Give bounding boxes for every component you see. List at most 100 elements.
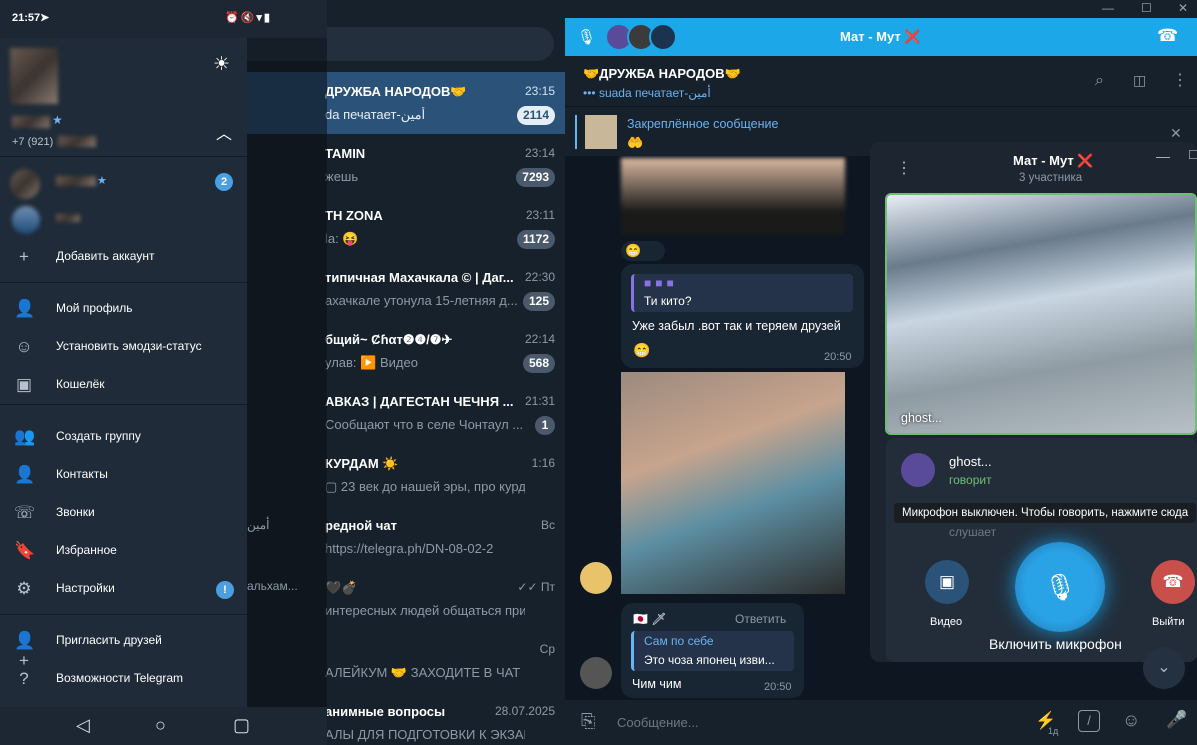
speaker-name: ghost... [949, 454, 992, 469]
theme-toggle-icon[interactable]: ☀ [213, 53, 230, 76]
home-icon[interactable]: ○ [155, 715, 166, 736]
leave-call-icon[interactable]: ☎ [1151, 560, 1195, 604]
video-stream[interactable]: ghost... [885, 193, 1197, 435]
chat-title: редной чат [325, 518, 397, 533]
account-item[interactable]: ★ 2 [0, 162, 247, 200]
menu-item[interactable]: ▣ Кошелёк [0, 366, 247, 404]
leave-button-label: Выйти [1152, 616, 1185, 628]
unmute-button[interactable]: 🎙 [1015, 542, 1105, 632]
call-menu-icon[interactable]: ⋮ [896, 158, 912, 178]
unread-badge: 568 [522, 354, 555, 373]
maximize-call-icon[interactable]: ☐ [1188, 148, 1197, 162]
message-author[interactable]: 🇯🇵 🗡 [633, 612, 667, 626]
settings-alert-badge: ! [216, 581, 234, 599]
message-input[interactable]: Сообщение... [617, 715, 699, 730]
chat-title: анимные вопросы [325, 704, 446, 719]
close-pinned-icon[interactable]: ✕ [1170, 125, 1182, 142]
menu-item[interactable]: ⚙ Настройки [0, 570, 247, 608]
photo-message[interactable] [621, 158, 845, 235]
call-panel-title: Мат - Мут ❌ [1013, 153, 1094, 168]
menu-item[interactable]: 👤+ Пригласить друзей [0, 622, 247, 670]
chevron-up-icon[interactable]: ︿ [216, 120, 232, 144]
status-icons: ⏰🔇▾▮ [225, 12, 272, 24]
maximize-icon[interactable]: ☐ [1141, 1, 1152, 15]
emoji-icon[interactable]: ☺ [1122, 710, 1140, 731]
menu-item[interactable]: ☏ Звонки [0, 494, 247, 532]
menu-item[interactable]: 👥 Создать группу [0, 418, 247, 456]
chat-title: 🖤💣 [325, 580, 358, 595]
reply-button[interactable]: Ответить [735, 612, 786, 626]
menu-item[interactable]: 🔖 Избранное [0, 532, 247, 570]
menu-item-label: Пригласить друзей [56, 633, 162, 647]
menu-item[interactable]: ☺ Установить эмодзи-статус [0, 328, 247, 366]
message-text: Чим чим [632, 677, 682, 691]
unread-badge: 1172 [516, 230, 555, 249]
menu-item[interactable]: ? Возможности Telegram [0, 660, 247, 698]
reply-quote[interactable]: ■■■ Ти кито? [631, 274, 853, 312]
search-icon[interactable]: ⌕ [1095, 72, 1104, 90]
gif-message[interactable] [621, 372, 845, 594]
chat-title: АВКАЗ | ДАГЕСТАН ЧЕЧНЯ ... [325, 394, 514, 409]
sender-avatar[interactable] [580, 562, 612, 594]
back-icon[interactable]: ◁ [76, 715, 90, 736]
typing-status: ••• suada печатает-أمين [583, 86, 711, 100]
account-item[interactable] [0, 200, 247, 238]
scroll-down-icon[interactable]: ⌄ [1143, 647, 1185, 689]
settings-icon: ⚙ [16, 579, 32, 598]
pinned-title: Закреплённое сообщение [627, 117, 779, 131]
emoji-status-icon: ☺ [15, 337, 33, 356]
menu-item-label: Установить эмодзи-статус [56, 339, 202, 353]
message-text: Уже забыл .вот так и теряем друзей [632, 319, 841, 333]
chat-time: ✓✓ Пт [517, 580, 555, 594]
drawer-overlay[interactable]: أمين альхам... [247, 38, 327, 707]
reply-quote[interactable]: Сам по себе Это чоза японец изви... [631, 631, 794, 671]
chat-title: ДРУЖБА НАРОДОВ🤝 [325, 84, 467, 99]
premium-star-icon: ★ [97, 175, 107, 187]
minimize-icon[interactable]: — [1102, 1, 1114, 15]
microphone-icon[interactable]: 🎤 [1166, 710, 1187, 730]
menu-item-label: Кошелёк [56, 377, 105, 391]
message-bubble: 🇯🇵 🗡 Ответить Сам по себе Это чоза японе… [621, 603, 804, 698]
chat-time: 21:31 [524, 394, 555, 408]
chat-title: типичная Махачкала © | Даг... [325, 270, 514, 285]
unread-badge: 7293 [516, 168, 555, 187]
reaction-icon[interactable]: 😁 [633, 342, 650, 359]
group-call-bar[interactable]: 🎙 Мат - Мут ❌ ☎ [565, 18, 1197, 56]
chat-preview: улав: ▶️ Видео [325, 355, 418, 370]
profile-avatar[interactable] [10, 48, 58, 104]
speaker-avatar[interactable] [901, 453, 935, 487]
end-call-icon[interactable]: ☎ [1157, 26, 1178, 46]
menu-item-label: Возможности Telegram [56, 671, 184, 685]
chat-preview: ▢ 23 век до нашей эры, про курдов ... [325, 479, 525, 494]
chat-preview: Сообщают что в селе Чонтаул ... [325, 417, 524, 432]
more-icon[interactable]: ⋮ [1172, 70, 1188, 90]
attach-icon[interactable]: ⎘ [581, 711, 595, 732]
add-account-label: Добавить аккаунт [56, 249, 155, 263]
commands-icon[interactable]: / [1078, 710, 1100, 732]
phone-redacted [58, 136, 96, 147]
reaction-badge[interactable]: 😁 [621, 241, 665, 261]
chat-header[interactable]: 🤝ДРУЖБА НАРОДОВ🤝 ••• suada печатает-أمين… [565, 56, 1197, 106]
video-toggle-icon[interactable]: ▣ [925, 560, 969, 604]
menu-item-label: Звонки [56, 505, 95, 519]
chat-title: бщий~ Ȼɦαт❷❹/❼✈ [325, 332, 453, 347]
recents-icon[interactable]: ▢ [233, 715, 250, 736]
account-name-redacted [12, 116, 50, 128]
menu-item-label: Избранное [56, 543, 117, 557]
bookmark-icon: 🔖 [14, 541, 36, 560]
chat-preview: la: 😝 [325, 231, 359, 246]
minimize-call-icon[interactable]: — [1156, 148, 1170, 164]
add-account-button[interactable]: + Добавить аккаунт [0, 238, 247, 276]
invite-icon: 👤+ [14, 631, 36, 670]
sidebar-toggle-icon[interactable]: ◫ [1133, 72, 1146, 89]
chat-time: 22:30 [524, 270, 555, 284]
mic-off-icon[interactable]: 🎙 [577, 28, 596, 46]
hidden-preview: أمين [247, 518, 270, 532]
sender-avatar[interactable] [580, 657, 612, 689]
chat-preview: АЛЕЙКУМ 🤝 ЗАХОДИТЕ В ЧАТ ... [325, 665, 525, 680]
wallet-icon: ▣ [15, 375, 33, 394]
chat-title: 🤝ДРУЖБА НАРОДОВ🤝 [583, 66, 741, 81]
menu-item[interactable]: 👤 Контакты [0, 456, 247, 494]
close-window-icon[interactable]: ✕ [1178, 1, 1188, 15]
menu-item[interactable]: 👤 Мой профиль [0, 290, 247, 328]
